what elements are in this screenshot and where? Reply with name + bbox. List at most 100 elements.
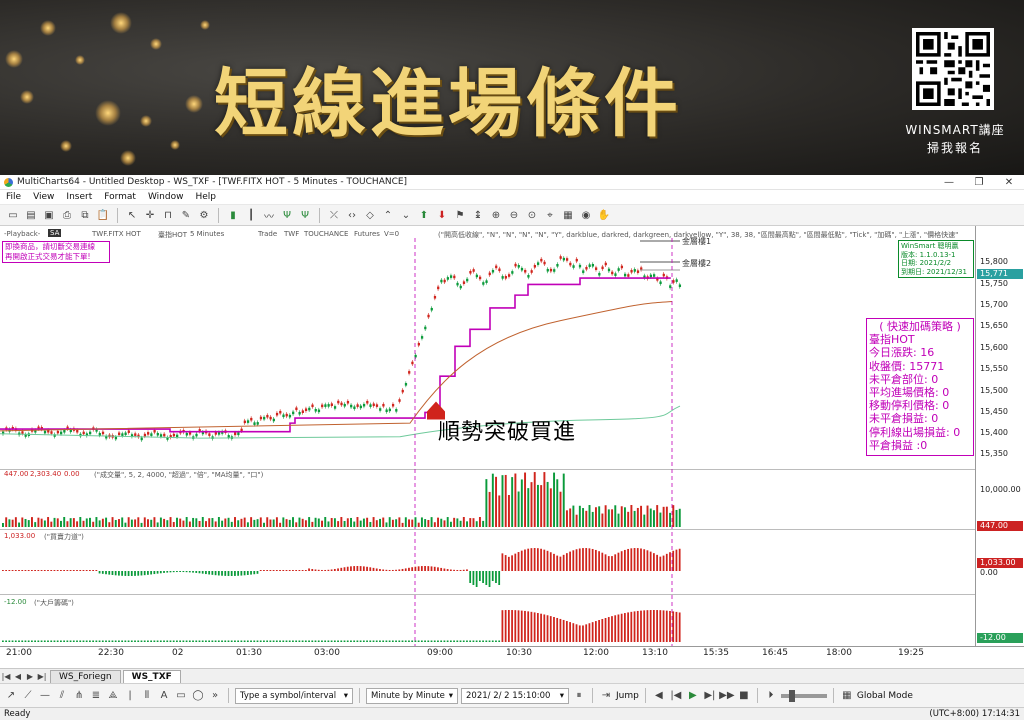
current-price-tag: 15,771 bbox=[977, 269, 1023, 279]
zoom-out-icon[interactable]: ⊖ bbox=[507, 208, 521, 222]
volume-bar bbox=[18, 522, 21, 527]
big-player-bar bbox=[8, 640, 11, 642]
global-mode-button[interactable]: Global Mode bbox=[857, 691, 913, 701]
jump-icon[interactable]: ⇥ bbox=[599, 689, 613, 703]
volume-bar bbox=[185, 517, 188, 527]
menu-format[interactable]: Format bbox=[104, 192, 136, 202]
more-tools-icon[interactable]: » bbox=[208, 689, 222, 703]
fib-tool-icon[interactable]: ≣ bbox=[89, 689, 103, 703]
eye-icon[interactable]: ◉ bbox=[579, 208, 593, 222]
speed-slider[interactable] bbox=[780, 689, 827, 702]
menu-window[interactable]: Window bbox=[148, 192, 184, 202]
tab-last-icon[interactable]: ▶| bbox=[36, 672, 48, 681]
settings-icon[interactable]: ⚙ bbox=[197, 208, 211, 222]
marker-icon[interactable]: ↨ bbox=[471, 208, 485, 222]
shift-icon[interactable]: ◇ bbox=[363, 208, 377, 222]
cycle-tool-icon[interactable]: ⦀ bbox=[140, 689, 154, 703]
force-bar bbox=[398, 569, 401, 571]
step-back-icon[interactable]: |◀ bbox=[669, 689, 683, 703]
big-player-bar bbox=[614, 615, 617, 642]
candle-body bbox=[517, 265, 520, 268]
candle-body bbox=[459, 285, 462, 289]
arrow-tool-icon[interactable]: ↗ bbox=[4, 689, 18, 703]
text-tool-icon[interactable]: A bbox=[157, 689, 171, 703]
maximize-button[interactable]: ❐ bbox=[964, 177, 994, 188]
point-figure-icon[interactable]: Ψ bbox=[280, 208, 294, 222]
candlestick-icon[interactable]: ▮ bbox=[226, 208, 240, 222]
big-player-bar bbox=[114, 640, 117, 642]
tab-prev-icon[interactable]: ◀ bbox=[12, 672, 24, 681]
vline-tool-icon[interactable]: | bbox=[123, 689, 137, 703]
hline-tool-icon[interactable]: — bbox=[38, 689, 52, 703]
candle-body bbox=[356, 404, 359, 407]
stop-icon[interactable]: ■ bbox=[737, 689, 751, 703]
save-icon[interactable]: ▣ bbox=[42, 208, 56, 222]
menu-insert[interactable]: Insert bbox=[66, 192, 92, 202]
volume-bar bbox=[256, 519, 259, 527]
data-window-icon[interactable]: ▦ bbox=[561, 208, 575, 222]
close-button[interactable]: ✕ bbox=[994, 177, 1024, 188]
menu-view[interactable]: View bbox=[33, 192, 54, 202]
playback-mode-select[interactable]: Minute by Minute ▾ bbox=[366, 687, 458, 704]
volume-bar bbox=[31, 517, 33, 527]
flag-icon[interactable]: ⚑ bbox=[453, 208, 467, 222]
volume-bar bbox=[150, 519, 153, 527]
symbol-input[interactable]: Type a symbol/interval ▾ bbox=[235, 687, 353, 704]
big-player-bar bbox=[565, 621, 568, 642]
minimize-button[interactable]: — bbox=[934, 177, 964, 188]
warning-line-2: 再開啟正式交易才能下單! bbox=[5, 252, 91, 261]
snapshot-icon[interactable]: ⌖ bbox=[543, 208, 557, 222]
volume-bar bbox=[408, 519, 410, 527]
force-bar bbox=[482, 571, 484, 583]
pitchfork-tool-icon[interactable]: ⋔ bbox=[72, 689, 86, 703]
qr-code[interactable] bbox=[912, 28, 994, 110]
menu-help[interactable]: Help bbox=[195, 192, 216, 202]
crosshair-icon[interactable]: ✛ bbox=[143, 208, 157, 222]
print-icon[interactable]: ⎙ bbox=[60, 208, 74, 222]
tab-first-icon[interactable]: |◀ bbox=[0, 672, 12, 681]
copy-icon[interactable]: ⧉ bbox=[78, 208, 92, 222]
line-tool-icon[interactable]: ⟋ bbox=[21, 689, 35, 703]
ellipse-tool-icon[interactable]: ◯ bbox=[191, 689, 205, 703]
tab-next-icon[interactable]: ▶ bbox=[24, 672, 36, 681]
line-chart-icon[interactable]: 〰 bbox=[262, 208, 276, 223]
hand-icon[interactable]: ✋ bbox=[597, 208, 611, 222]
draw-tool-icon[interactable]: ✎ bbox=[179, 208, 193, 222]
zoom-reset-icon[interactable]: ⊙ bbox=[525, 208, 539, 222]
gann-tool-icon[interactable]: ⟁ bbox=[106, 689, 120, 703]
rect-tool-icon[interactable]: ▭ bbox=[174, 689, 188, 703]
bar-chart-icon[interactable]: ┃ bbox=[244, 208, 258, 222]
time-axis[interactable]: 21:00 22:30 02 01:30 03:00 09:00 10:30 1… bbox=[0, 646, 1024, 660]
big-player-bar bbox=[607, 617, 610, 642]
jump-button[interactable]: Jump bbox=[616, 691, 639, 701]
magnet-icon[interactable]: ⊓ bbox=[161, 208, 175, 222]
volume-bar bbox=[205, 521, 207, 527]
volume-bar bbox=[111, 517, 114, 527]
zoom-in-icon[interactable]: ⊕ bbox=[489, 208, 503, 222]
tab-ws-foriegn[interactable]: WS_Foriegn bbox=[50, 669, 121, 683]
candle-body bbox=[285, 413, 288, 417]
buy-arrow-icon[interactable]: ⬆ bbox=[417, 208, 431, 222]
step-forward-icon[interactable]: ▶| bbox=[703, 689, 717, 703]
sell-arrow-icon[interactable]: ⬇ bbox=[435, 208, 449, 222]
new-chart-icon[interactable]: ▭ bbox=[6, 208, 20, 222]
open-workspace-icon[interactable]: ▤ bbox=[24, 208, 38, 222]
paste-icon[interactable]: 📋 bbox=[96, 208, 110, 222]
expand-up-icon[interactable]: ⌃ bbox=[381, 208, 395, 222]
playback-datetime-input[interactable]: 2021/ 2/ 2 15:10:00 ▾ bbox=[461, 687, 569, 704]
expand-down-icon[interactable]: ⌄ bbox=[399, 208, 413, 222]
zoom-out-x-icon[interactable]: ⤫ bbox=[327, 208, 341, 222]
rewind-icon[interactable]: ◀ bbox=[652, 689, 666, 703]
cursor-icon[interactable]: ↖ bbox=[125, 208, 139, 222]
menu-file[interactable]: File bbox=[6, 192, 21, 202]
volume-bar bbox=[669, 512, 672, 527]
scroll-left-icon[interactable]: ‹› bbox=[345, 208, 359, 222]
candle-body bbox=[533, 265, 537, 268]
indicator-icon[interactable]: Ψ bbox=[298, 208, 312, 222]
tab-ws-txf[interactable]: WS_TXF bbox=[122, 669, 181, 683]
fast-forward-icon[interactable]: ▶▶ bbox=[719, 689, 734, 703]
play-pause-icon[interactable]: ⏸ bbox=[572, 689, 586, 703]
big-player-bar bbox=[198, 640, 201, 642]
channel-tool-icon[interactable]: ⫽ bbox=[55, 689, 69, 703]
play-icon[interactable]: ▶ bbox=[686, 689, 700, 703]
